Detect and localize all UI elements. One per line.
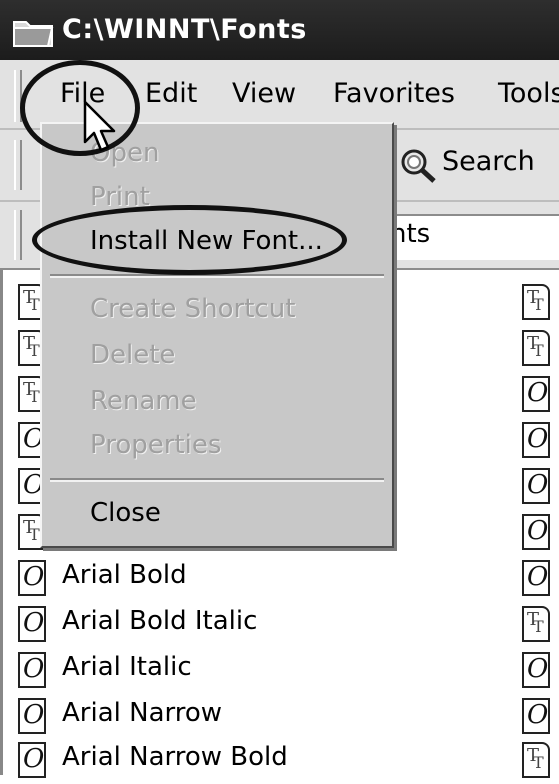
menu-item-delete[interactable]: Delete xyxy=(90,340,175,370)
search-magnifier-icon xyxy=(401,149,436,183)
menu-tools[interactable]: Tools xyxy=(498,78,559,109)
font-name: Arial Narrow Bold xyxy=(62,742,288,772)
opentype-font-icon xyxy=(18,560,46,596)
opentype-font-icon[interactable] xyxy=(522,376,550,412)
title-bar[interactable]: C:\WINNT\Fonts xyxy=(0,0,559,60)
truetype-font-icon[interactable] xyxy=(522,284,550,320)
menu-item-create-shortcut[interactable]: Create Shortcut xyxy=(90,294,295,324)
menu-item-properties[interactable]: Properties xyxy=(90,430,221,460)
highlight-oval-install xyxy=(32,205,347,275)
menu-view[interactable]: View xyxy=(232,78,296,109)
font-name: Arial Narrow xyxy=(62,698,223,728)
menu-favorites[interactable]: Favorites xyxy=(333,78,455,109)
font-name: Arial Bold xyxy=(62,560,187,590)
file-menu-dropdown: Open Print Install New Font... Create Sh… xyxy=(40,122,394,548)
search-button-label: Search xyxy=(442,146,535,177)
highlight-oval-file xyxy=(20,60,140,156)
opentype-font-icon xyxy=(18,698,46,734)
folder-icon xyxy=(13,21,54,47)
truetype-font-icon[interactable] xyxy=(522,606,550,642)
menu-item-close[interactable]: Close xyxy=(90,498,161,528)
menu-separator xyxy=(50,274,384,278)
opentype-font-icon[interactable] xyxy=(522,698,550,734)
address-value: nts xyxy=(390,219,431,249)
opentype-font-icon xyxy=(18,606,46,642)
mouse-pointer-icon xyxy=(83,100,116,152)
opentype-font-icon[interactable] xyxy=(522,560,550,596)
opentype-font-icon xyxy=(18,652,46,688)
addressbar-grip[interactable] xyxy=(14,210,22,260)
truetype-font-icon[interactable] xyxy=(522,330,550,366)
font-name: Arial Italic xyxy=(62,652,192,682)
truetype-font-icon[interactable] xyxy=(522,742,550,778)
opentype-font-icon[interactable] xyxy=(522,514,550,550)
opentype-font-icon[interactable] xyxy=(522,652,550,688)
toolbar-grip[interactable] xyxy=(14,140,22,190)
menu-edit[interactable]: Edit xyxy=(145,78,197,109)
menu-separator xyxy=(50,478,384,482)
opentype-font-icon[interactable] xyxy=(522,468,550,504)
window-title: C:\WINNT\Fonts xyxy=(62,14,307,45)
opentype-font-icon xyxy=(18,742,46,778)
font-name: Arial Bold Italic xyxy=(62,606,258,636)
menu-item-rename[interactable]: Rename xyxy=(90,386,197,416)
opentype-font-icon[interactable] xyxy=(522,422,550,458)
